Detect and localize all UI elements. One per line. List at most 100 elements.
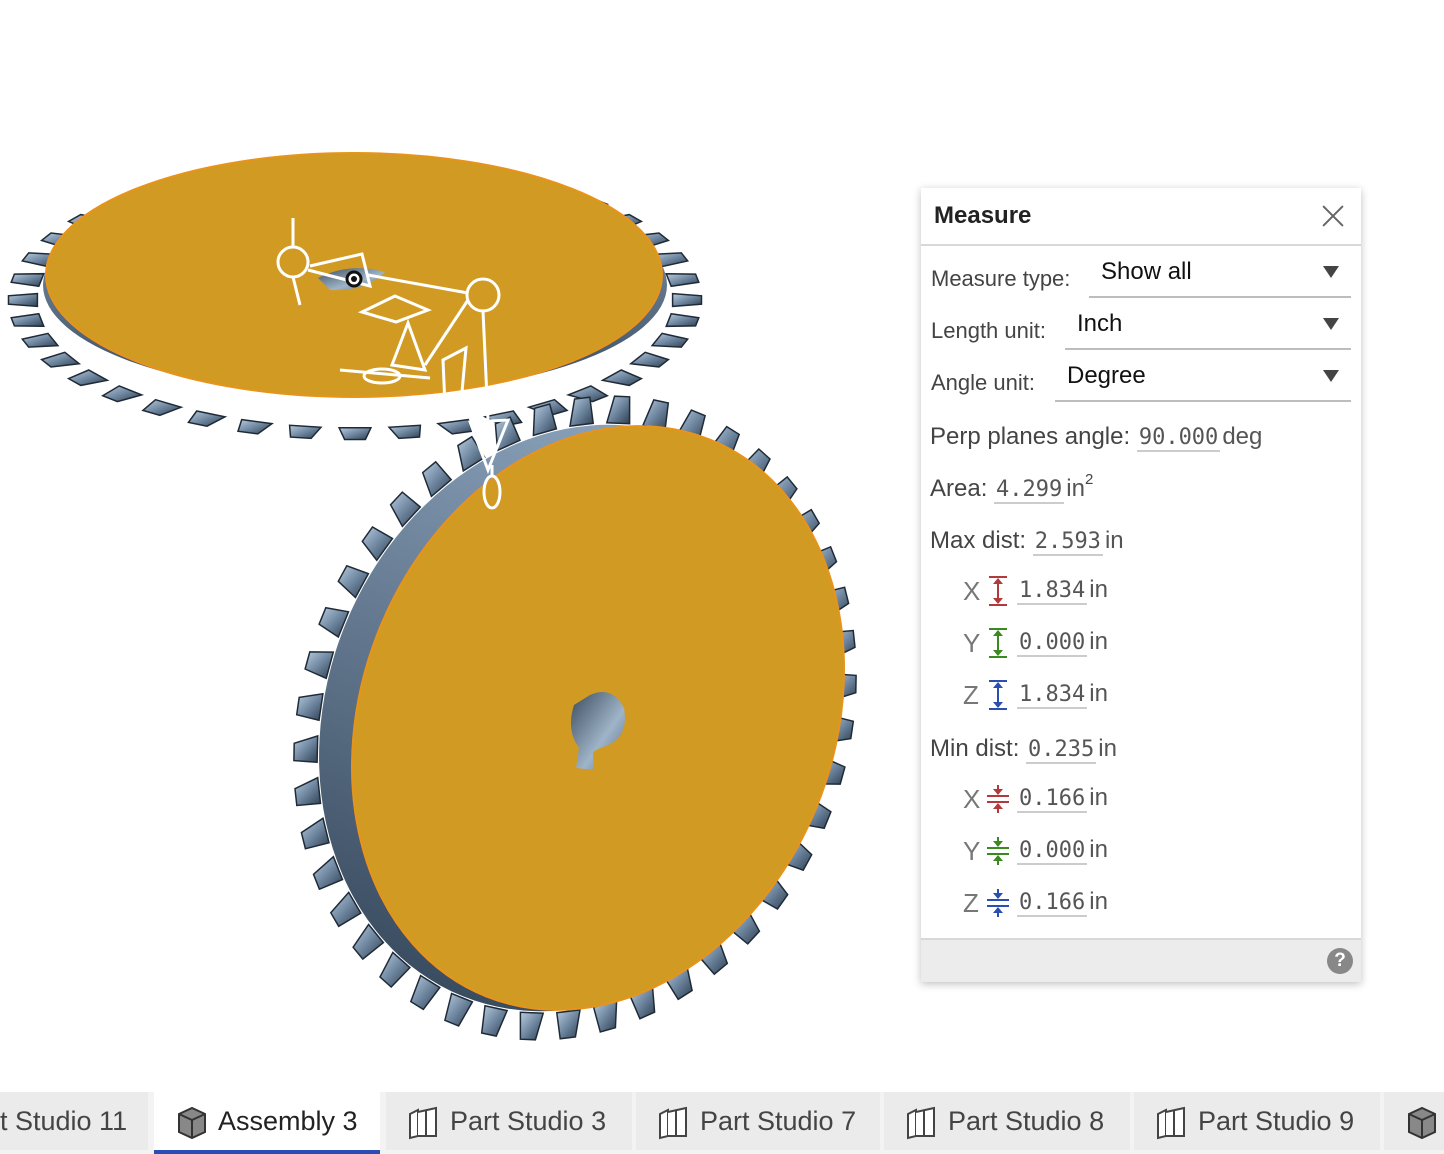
area-value[interactable]: 4.299 [994, 477, 1065, 504]
gear-tooth [671, 292, 703, 308]
part-studio-icon [1157, 1106, 1185, 1140]
tab-label: Part Studio 8 [948, 1106, 1105, 1136]
gear-tooth [40, 351, 82, 368]
chevron-down-icon [1323, 318, 1339, 330]
max-distance-arrow-icon [989, 680, 1007, 710]
gear-tooth [10, 312, 45, 328]
part-studio-icon [409, 1106, 437, 1140]
gear-tooth [665, 312, 700, 328]
axis-label: Y [963, 627, 981, 658]
min-distance-label: Min dist: [930, 735, 1020, 762]
max-distance-value[interactable]: 2.593 [1032, 529, 1103, 556]
gear-tooth [294, 776, 322, 807]
measure-type-select[interactable]: Show all [1089, 252, 1351, 298]
measure-type-row: Measure type: Show all [931, 246, 1351, 298]
gear-tooth [237, 418, 274, 435]
document-tab[interactable]: Assembly 3 [154, 1092, 380, 1154]
min-distance-arrow-icon [987, 785, 1009, 813]
angle-unit-value: Degree [1067, 362, 1146, 389]
max-distance: Max dist: 2.593 in [930, 527, 1124, 556]
max-distance-z-value[interactable]: 1.834 [1017, 682, 1088, 710]
min-distance-z-row: Z 0.166 in [963, 887, 1108, 921]
document-tab[interactable]: Part Studio 9 [1134, 1092, 1380, 1150]
perp-planes-angle-value[interactable]: 90.000 [1136, 425, 1221, 452]
length-unit-value: Inch [1077, 310, 1123, 337]
dialog-footer: ? [921, 938, 1361, 982]
document-tab[interactable]: Part Studio 7 [636, 1092, 880, 1150]
perp-planes-angle-unit: deg [1222, 423, 1263, 450]
tab-label: Part Studio 7 [700, 1106, 857, 1136]
min-distance-z-value[interactable]: 0.166 [1017, 890, 1088, 918]
max-distance-unit: in [1104, 527, 1124, 554]
gear-tooth [337, 427, 373, 441]
gear-tooth [436, 418, 473, 435]
max-distance-y-row: Y 0.000 in [963, 627, 1108, 661]
max-distance-label: Max dist: [930, 527, 1027, 554]
gear-tooth [141, 398, 184, 417]
gear-tooth [569, 396, 595, 427]
length-unit-row: Length unit: Inch [931, 298, 1351, 350]
measure-dialog: Measure Measure type: Show all Length un… [921, 188, 1361, 982]
min-distance-value[interactable]: 0.235 [1026, 737, 1097, 764]
axis-label: X [963, 783, 981, 814]
gear-tooth [387, 424, 422, 440]
gear-tooth [605, 395, 631, 425]
gear-tooth [665, 272, 700, 288]
close-icon[interactable] [1319, 202, 1347, 230]
gear-tooth [600, 369, 644, 387]
axis-label: Z [963, 887, 979, 918]
max-distance-x-value[interactable]: 1.834 [1017, 578, 1088, 606]
tab-label: Assembly 3 [218, 1106, 358, 1136]
tab-label: Part Studio 9 [1198, 1106, 1355, 1136]
max-distance-x-row: X 1.834 in [963, 575, 1108, 609]
assembly-icon [1408, 1106, 1436, 1140]
gear-tooth [300, 816, 330, 850]
min-distance-x-value[interactable]: 0.166 [1017, 786, 1088, 814]
unit-label: in [1089, 576, 1108, 604]
gear-tooth [7, 292, 39, 308]
gear-tooth [20, 332, 60, 348]
gear-tooth [295, 692, 324, 722]
gear-tooth [480, 1004, 509, 1037]
gear-tooth [304, 651, 335, 680]
min-distance-y-value[interactable]: 0.000 [1017, 838, 1088, 866]
unit-label: in [1089, 680, 1108, 708]
max-distance-y-value[interactable]: 0.000 [1017, 630, 1088, 658]
angle-unit-label: Angle unit: [931, 370, 1035, 395]
document-tab[interactable] [1384, 1092, 1444, 1150]
gear-tooth [628, 351, 670, 368]
angle-unit-select[interactable]: Degree [1055, 356, 1351, 402]
document-tab[interactable]: t Studio 11 [0, 1092, 148, 1150]
tab-label: t Studio 11 [0, 1106, 128, 1136]
help-icon[interactable]: ? [1327, 948, 1353, 974]
gear-tooth [288, 424, 323, 440]
gear-tooth [101, 385, 145, 403]
min-distance-arrow-icon [987, 837, 1009, 865]
max-distance-arrow-icon [989, 576, 1007, 606]
min-distance-unit: in [1098, 735, 1117, 762]
gear-tooth [650, 332, 690, 348]
unit-label: in [1089, 888, 1108, 916]
measure-type-label: Measure type: [931, 266, 1071, 291]
chevron-down-icon [1323, 266, 1339, 278]
gear-tooth [10, 272, 45, 288]
area-unit: in [1066, 475, 1085, 502]
gear-tooth [444, 992, 474, 1027]
axis-label: Z [963, 679, 979, 710]
tab-label: Part Studio 3 [450, 1106, 607, 1136]
part-studio-icon [907, 1106, 935, 1140]
min-distance-arrow-icon [987, 889, 1009, 917]
gear-tooth [187, 410, 228, 427]
axis-label: Y [963, 835, 981, 866]
chevron-down-icon [1323, 370, 1339, 382]
length-unit-select[interactable]: Inch [1065, 304, 1351, 350]
measure-dialog-header: Measure [921, 188, 1361, 246]
max-distance-arrow-icon [989, 628, 1007, 658]
area-label: Area: [930, 475, 988, 502]
measure-type-value: Show all [1101, 258, 1192, 285]
max-distance-z-row: Z 1.834 in [963, 679, 1108, 713]
assembly-icon [178, 1106, 206, 1140]
document-tab[interactable]: Part Studio 3 [386, 1092, 632, 1150]
document-tab[interactable]: Part Studio 8 [884, 1092, 1130, 1150]
part-studio-icon [659, 1106, 687, 1140]
